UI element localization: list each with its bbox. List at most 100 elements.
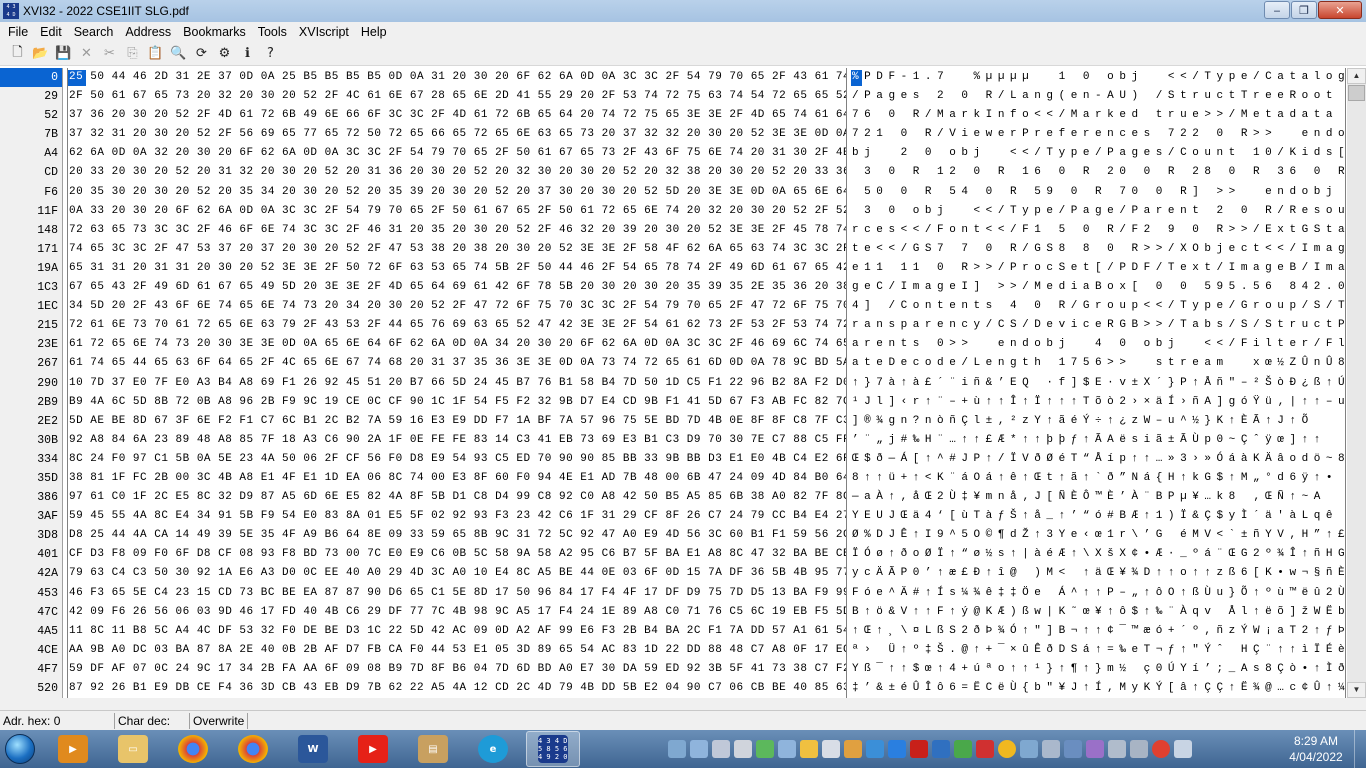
hex-row[interactable]: 97 61 C0 1F 2C E5 8C 32 D9 87 A5 6D 6E E… (68, 488, 846, 507)
cloud-icon[interactable] (888, 740, 906, 758)
char-row[interactable]: arents 0>> endobj 4 0 obj <</Filter/Fl (851, 335, 1345, 354)
antivirus-icon[interactable] (1152, 740, 1170, 758)
char-row[interactable]: 8↑↑ü+↑<K¨áOá↑ê↑Œt↑ã↑`ð”Ná­{H↑kG$↑M„°d6ÿ↑… (851, 469, 1345, 488)
hex-row[interactable]: 2F 50 61 67 65 73 20 32 20 30 20 52 2F 4… (68, 87, 846, 106)
char-row[interactable]: 721 0 R/ViewerPreferences 722 0 R>> endo (851, 125, 1345, 144)
tools-icon-2[interactable] (1130, 740, 1148, 758)
hex-row[interactable]: 59 45 55 4A 8C E4 34 91 5B F9 54 E0 83 8… (68, 507, 846, 526)
hex-pane[interactable]: 25 50 44 46 2D 31 2E 37 0D 0A 25 B5 B5 B… (67, 68, 847, 698)
hex-row[interactable]: 20 35 30 20 30 20 52 20 35 34 20 30 20 5… (68, 183, 846, 202)
taskbar-word[interactable]: W (286, 731, 340, 767)
hex-row[interactable]: 72 63 65 73 3C 3C 2F 46 6F 6E 74 3C 3C 2… (68, 221, 846, 240)
pdf-reader-icon[interactable] (910, 740, 928, 758)
char-row[interactable]: ª› Ü↑º‡Š.@↑+¯×ûÊðDSá↑=‰eT¬ƒ↑"Ýˆ HÇ¨↑↑ìÏÉ… (851, 641, 1345, 660)
hex-row[interactable]: 38 81 1F FC 2B 00 3C 4B A8 E1 4F E1 1D E… (68, 469, 846, 488)
scroll-up-icon[interactable]: ▲ (1347, 68, 1366, 84)
hex-row[interactable]: 46 F3 65 5E C4 23 15 CD 73 BC BE EA 87 8… (68, 584, 846, 603)
char-row[interactable]: ↑Œ↑¸\¤LßS2ðÞ¾Ó↑"]B¬↑↑¢¯™æó+´º,ñzÝW¡aT2↑ƒ… (851, 622, 1345, 641)
char-row[interactable]: Fóe^Ä#↑Ís¼¾ê‡‡Öe Á^↑↑P–„↑ôO↑ßÙu}Õ↑ºù™ëû2… (851, 584, 1345, 603)
char-row[interactable]: ¹Jl]‹r↑¨–+ù↑↑Î↑Ï↑↑↑Tõò2›×äÍ›ñA]góŸü‚|↑↑–… (851, 393, 1345, 412)
show-desktop-button[interactable] (1354, 730, 1366, 768)
hex-row[interactable]: 34 5D 20 2F 43 6F 6E 74 65 6E 74 73 20 3… (68, 297, 846, 316)
taskbar-archive[interactable]: ▤ (406, 731, 460, 767)
taskbar-chrome-1[interactable] (166, 731, 220, 767)
taskbar-xvi32[interactable]: 4 3 4 D 5 8 5 6 4 9 2 0 (526, 731, 580, 767)
char-row[interactable]: Œ$ð—Á[↑^#JP↑/ÏVðØéT“Åíp↑↑…»3›»ÓáàKÄâodö~… (851, 450, 1345, 469)
hex-row[interactable]: 25 50 44 46 2D 31 2E 37 0D 0A 25 B5 B5 B… (68, 68, 846, 87)
char-row[interactable]: —aÀ↑,åŒ2Ù‡¥mnå‚J[ÑÈÔ™È’À¨BPµ¥…k8 ‚ŒÑ↑~A (851, 488, 1345, 507)
network-share-icon[interactable] (690, 740, 708, 758)
hex-row[interactable]: 61 72 65 6E 74 73 20 30 3E 3E 0D 0A 65 6… (68, 335, 846, 354)
char-row[interactable]: geC/ImageI] >>/MediaBox[ 0 0 595.56 842.… (851, 278, 1345, 297)
volume-icon[interactable] (1174, 740, 1192, 758)
check-icon[interactable] (756, 740, 774, 758)
sync-icon[interactable] (954, 740, 972, 758)
hex-row[interactable]: 59 DF AF 07 0C 24 9C 17 34 2B FA AA 6F 0… (68, 660, 846, 679)
char-pane[interactable]: %PDF-1.7 %µµµµ 1 0 obj <</Type/Catalog/P… (851, 68, 1346, 698)
tools-icon[interactable] (1108, 740, 1126, 758)
char-row[interactable]: rces<</Font<</F1 5 0 R/F2 9 0 R>>/ExtGSt… (851, 221, 1345, 240)
char-row[interactable]: ycÄÃP0’↑æ£Ð↑î@ )M< ↑äŒ¥¾D↑↑o↑↑zß6[K•w¬§ñ… (851, 564, 1345, 583)
hex-row[interactable]: B9 4A 6C 5D 8B 72 0B A8 96 2B F9 9C 19 C… (68, 393, 846, 412)
browser-tray-icon[interactable] (932, 740, 950, 758)
hex-row[interactable]: 74 65 3C 3C 2F 47 53 37 20 37 20 30 20 5… (68, 240, 846, 259)
char-row[interactable]: Yß¯↑↑$œ↑4+úªo↑↑¹}↑¶↑}m½ ç0ÚYí’;_As8Çò•↑Ì… (851, 660, 1345, 679)
save-icon[interactable]: 💾 (52, 43, 75, 65)
char-row[interactable]: ÏÓø↑ðoØÏ↑“ø½s↑|àéÆ↑\XšX¢•Æ·_ºá¨ŒG2º¾Î↑ñH… (851, 545, 1345, 564)
clipboard-icon[interactable] (712, 740, 730, 758)
hex-row[interactable]: 8C 24 F0 97 C1 5B 0A 5E 23 4A 50 06 2F C… (68, 450, 846, 469)
char-row[interactable]: e11 11 0 R>>/ProcSet[/PDF/Text/ImageB/Im… (851, 259, 1345, 278)
new-file-icon[interactable]: 🗋 (6, 43, 29, 65)
app-tray-icon[interactable] (844, 740, 862, 758)
hex-row[interactable]: 79 63 C4 C3 50 30 92 1A E6 A3 D0 0C EE 4… (68, 564, 846, 583)
hex-row[interactable]: 62 6A 0D 0A 32 20 30 20 6F 62 6A 0D 0A 3… (68, 144, 846, 163)
taskbar-youtube[interactable]: ▶ (346, 731, 400, 767)
taskbar-edge[interactable]: e (466, 731, 520, 767)
keyboard-icon[interactable] (668, 740, 686, 758)
menu-bookmarks[interactable]: Bookmarks (177, 25, 252, 39)
char-row[interactable]: te<</GS7 7 0 R/GS8 8 0 R>>/XObject<</Ima… (851, 240, 1345, 259)
maximize-button[interactable]: ❐ (1291, 1, 1317, 19)
vertical-scrollbar[interactable]: ▲ ▼ (1347, 68, 1366, 698)
display-icon[interactable] (778, 740, 796, 758)
menu-file[interactable]: File (2, 25, 34, 39)
hex-row[interactable]: CF D3 F8 09 F0 6F D8 CF 08 93 F8 BD 73 0… (68, 545, 846, 564)
pdf-icon[interactable] (976, 740, 994, 758)
hex-row[interactable]: 11 8C 11 B8 5C A4 4C DF 53 32 F0 DE BE D… (68, 622, 846, 641)
replace-icon[interactable]: ⟳ (190, 43, 213, 65)
char-row[interactable]: ‡’&±éÛÎô6=ËCëÙ{b"¥J↑Í,MyKÝ[â↑ÇÇ↑Ë¾@…c¢Û↑… (851, 679, 1345, 698)
search-icon[interactable]: 🔍 (167, 43, 190, 65)
char-row[interactable]: bj 2 0 obj <</Type/Pages/Count 10/Kids[ (851, 144, 1345, 163)
hex-row[interactable]: 20 33 20 30 20 52 20 31 32 20 30 20 52 2… (68, 163, 846, 182)
mute-icon[interactable] (734, 740, 752, 758)
hex-row[interactable]: 61 74 65 44 65 63 6F 64 65 2F 4C 65 6E 6… (68, 354, 846, 373)
char-row[interactable]: ransparency/CS/DeviceRGB>>/Tabs/S/Struct… (851, 316, 1345, 335)
hex-row[interactable]: 87 92 26 B1 E9 DB CE F4 36 3D CB 43 EB D… (68, 679, 846, 698)
hex-row[interactable]: 92 A8 84 6A 23 89 48 A8 85 7F 18 A3 C6 9… (68, 431, 846, 450)
stylus-icon[interactable] (1086, 740, 1104, 758)
people-icon[interactable] (866, 740, 884, 758)
script-icon[interactable]: ℹ (236, 43, 259, 65)
hex-row[interactable]: 5D AE BE 8D 67 3F 6E F2 F1 C7 6C B1 2C B… (68, 412, 846, 431)
taskbar-media-player[interactable]: ▶ (46, 731, 100, 767)
hex-row[interactable]: 37 36 20 30 20 52 2F 4D 61 72 6B 49 6E 6… (68, 106, 846, 125)
menu-edit[interactable]: Edit (34, 25, 68, 39)
signal-icon[interactable] (822, 740, 840, 758)
menu-xviscript[interactable]: XVIscript (293, 25, 355, 39)
char-row[interactable]: ↑}7à↑à£´¨iñ&’EQ ·f]$E·v±X´}P↑Åñ"–²ŠòÐ¿ß↑… (851, 374, 1345, 393)
char-row[interactable]: ateDecode/Length 1756>> stream xœ½ZÛnÛ8 (851, 354, 1345, 373)
folder-tray-icon[interactable] (800, 740, 818, 758)
char-row[interactable]: ’¨„j#‰H¨…↑↑£Æ*↑↑þþƒ↑ÃAësiã±ÃÙp0~Çˆÿœ]↑↑ (851, 431, 1345, 450)
menu-search[interactable]: Search (68, 25, 120, 39)
taskbar-explorer[interactable]: ▭ (106, 731, 160, 767)
coin-icon[interactable] (998, 740, 1016, 758)
hex-row[interactable]: 72 61 6E 73 70 61 72 65 6E 63 79 2F 43 5… (68, 316, 846, 335)
scroll-down-icon[interactable]: ▼ (1347, 682, 1366, 698)
copy-icon[interactable]: ⎘ (121, 43, 144, 65)
char-row[interactable]: 50 0 R 54 0 R 59 0 R 70 0 R] >> endobj (851, 183, 1345, 202)
hex-row[interactable]: AA 9B A0 DC 03 BA 87 8A 2E 40 0B 2B AF D… (68, 641, 846, 660)
menu-tools[interactable]: Tools (252, 25, 293, 39)
char-row[interactable]: 3 0 obj <</Type/Page/Parent 2 0 R/Resou (851, 202, 1345, 221)
char-row[interactable]: B↑ö&V↑↑F↑ý@KÆ)ßw|K˜œ¥↑ô$↑‰¨Àqv Ål↑ëõ]žWË… (851, 603, 1345, 622)
hex-row[interactable]: 0A 33 20 30 20 6F 62 6A 0D 0A 3C 3C 2F 5… (68, 202, 846, 221)
